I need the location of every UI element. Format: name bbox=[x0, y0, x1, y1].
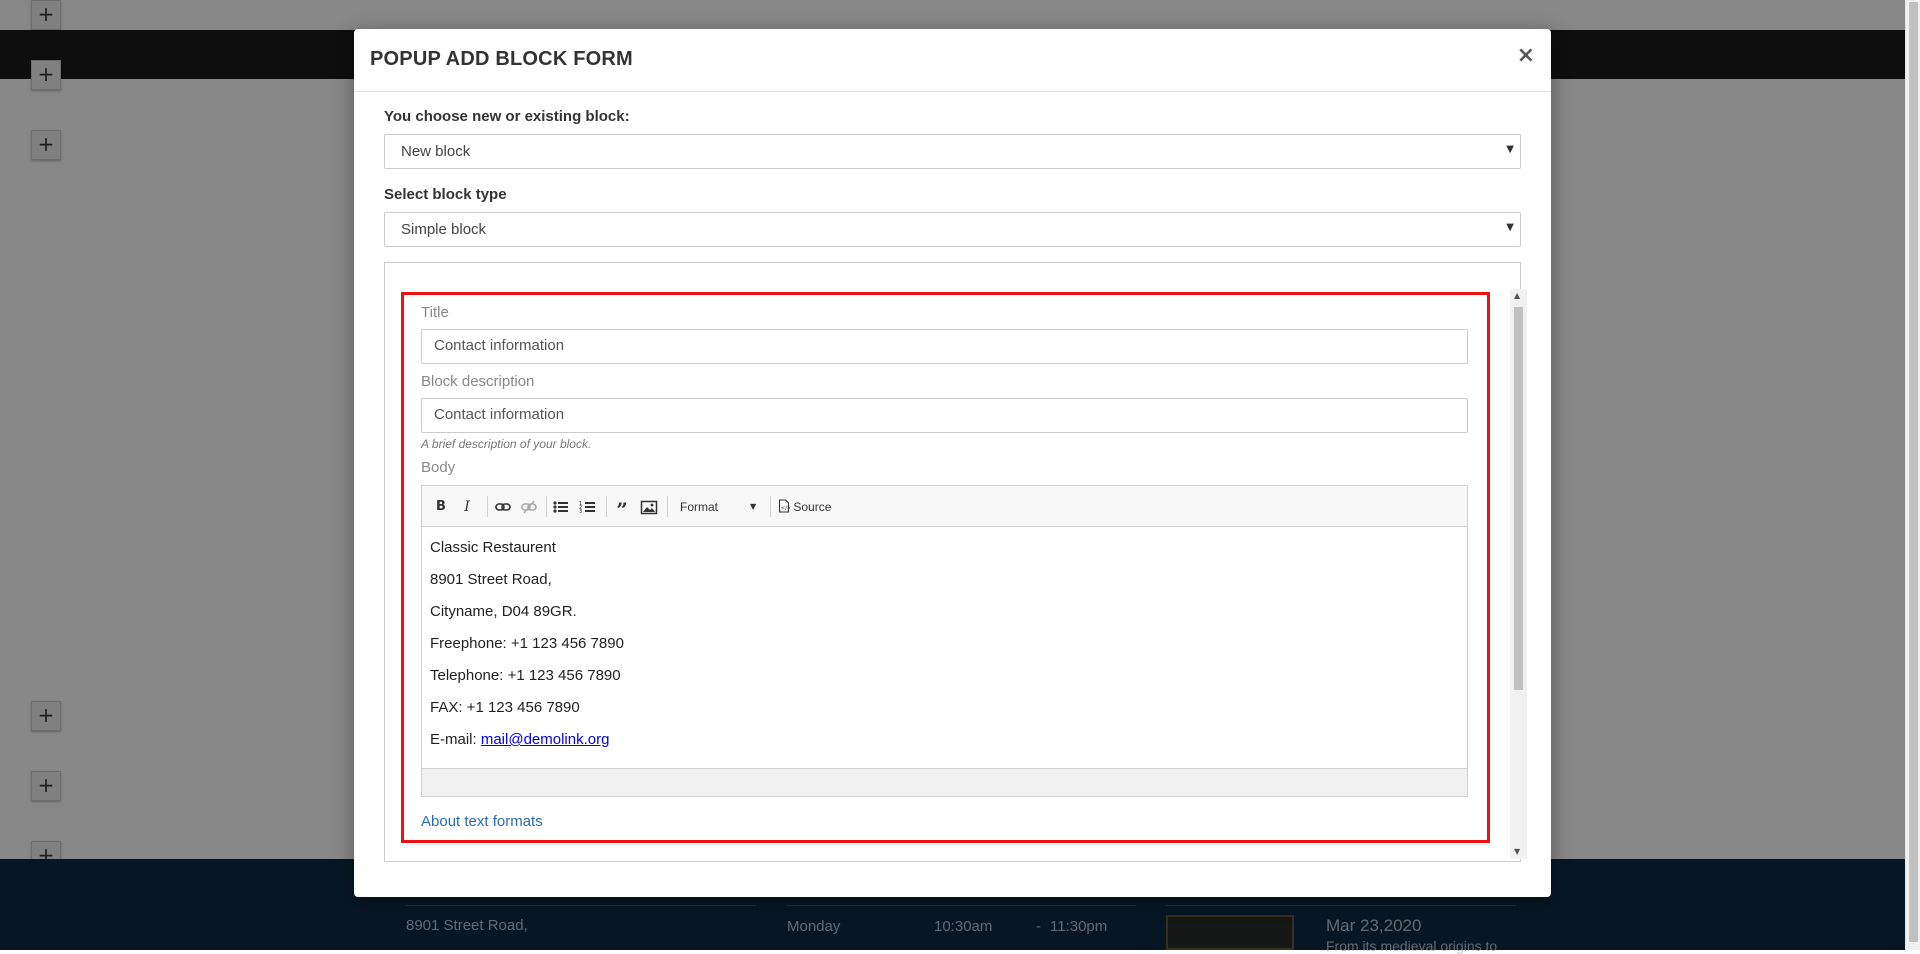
body-line: FAX: +1 123 456 7890 bbox=[430, 699, 580, 716]
frame-scroll-thumb[interactable] bbox=[1514, 307, 1523, 690]
add-block-modal: POPUP ADD BLOCK FORM × You choose new or… bbox=[354, 29, 1551, 897]
title-input[interactable]: Contact information bbox=[421, 329, 1468, 364]
page-scroll-thumb[interactable] bbox=[1909, 2, 1918, 942]
numbered-list-icon[interactable]: 123 bbox=[579, 497, 597, 517]
scroll-up-arrow-icon[interactable]: ▲ bbox=[1514, 291, 1520, 300]
link-icon[interactable] bbox=[494, 497, 512, 517]
frame-scrollbar[interactable]: ▲ ▼ bbox=[1510, 289, 1527, 859]
italic-button[interactable]: I bbox=[458, 497, 476, 517]
email-line: E-mail: mail@demolink.org bbox=[430, 730, 1459, 762]
block-type-select[interactable]: Simple block ▼ bbox=[384, 212, 1521, 247]
toolbar-separator bbox=[546, 496, 547, 517]
highlighted-block-form: Title Contact information Block descript… bbox=[401, 292, 1490, 843]
format-dropdown-label: Format bbox=[680, 500, 719, 514]
body-line: Telephone: +1 123 456 7890 bbox=[430, 667, 621, 684]
chevron-down-icon: ▼ bbox=[1506, 222, 1514, 233]
description-help-text: A brief description of your block. bbox=[421, 437, 592, 451]
source-button-label: Source bbox=[793, 500, 832, 514]
block-choice-select[interactable]: New block ▼ bbox=[384, 134, 1521, 169]
block-choice-selected: New block bbox=[401, 143, 471, 160]
unlink-icon[interactable] bbox=[520, 497, 538, 517]
source-button[interactable]: </> Source bbox=[778, 497, 831, 517]
toolbar-separator bbox=[667, 496, 668, 517]
page-scrollbar[interactable] bbox=[1905, 0, 1920, 950]
block-type-selected: Simple block bbox=[401, 221, 487, 238]
toolbar-separator bbox=[487, 496, 488, 517]
modal-title: POPUP ADD BLOCK FORM bbox=[370, 48, 633, 70]
scroll-down-arrow-icon[interactable]: ▼ bbox=[1514, 847, 1520, 856]
block-form-frame: ▲ ▼ Title Contact information Block desc… bbox=[384, 262, 1527, 862]
toolbar-separator bbox=[606, 496, 607, 517]
editor-content[interactable]: Classic Restaurent 8901 Street Road, Cit… bbox=[422, 528, 1467, 768]
chevron-down-icon: ▼ bbox=[1506, 144, 1514, 155]
title-label: Title bbox=[421, 304, 449, 321]
email-prefix: E-mail: bbox=[430, 731, 481, 748]
about-text-formats-link[interactable]: About text formats bbox=[421, 813, 543, 830]
image-icon[interactable] bbox=[640, 497, 658, 517]
blockquote-icon[interactable]: ” bbox=[613, 497, 631, 522]
modal-header: POPUP ADD BLOCK FORM × bbox=[354, 29, 1551, 92]
close-icon[interactable]: × bbox=[1517, 43, 1535, 68]
description-label: Block description bbox=[421, 373, 535, 390]
body-editor: B I 123 ” Format ▼ </> Source Classic Re… bbox=[421, 485, 1468, 797]
editor-toolbar: B I 123 ” Format ▼ </> Source bbox=[422, 486, 1467, 527]
body-line: Freephone: +1 123 456 7890 bbox=[430, 635, 624, 652]
email-link[interactable]: mail@demolink.org bbox=[481, 731, 610, 748]
block-choice-label: You choose new or existing block: bbox=[384, 108, 630, 125]
caret-down-icon: ▼ bbox=[750, 502, 757, 511]
svg-text:</>: </> bbox=[781, 506, 790, 512]
body-label: Body bbox=[421, 459, 456, 476]
body-line: 8901 Street Road, bbox=[430, 571, 552, 588]
body-line: Classic Restaurent bbox=[430, 539, 556, 556]
block-type-label: Select block type bbox=[384, 186, 507, 203]
bold-button[interactable]: B bbox=[432, 497, 450, 517]
editor-status-bar bbox=[422, 768, 1467, 796]
toolbar-separator bbox=[770, 496, 771, 517]
body-line: Cityname, D04 89GR. bbox=[430, 603, 577, 620]
format-dropdown[interactable]: Format ▼ bbox=[680, 497, 760, 517]
svg-text:3: 3 bbox=[579, 509, 582, 515]
bulleted-list-icon[interactable] bbox=[552, 497, 570, 517]
description-input[interactable]: Contact information bbox=[421, 398, 1468, 433]
source-icon: </> bbox=[778, 499, 792, 513]
